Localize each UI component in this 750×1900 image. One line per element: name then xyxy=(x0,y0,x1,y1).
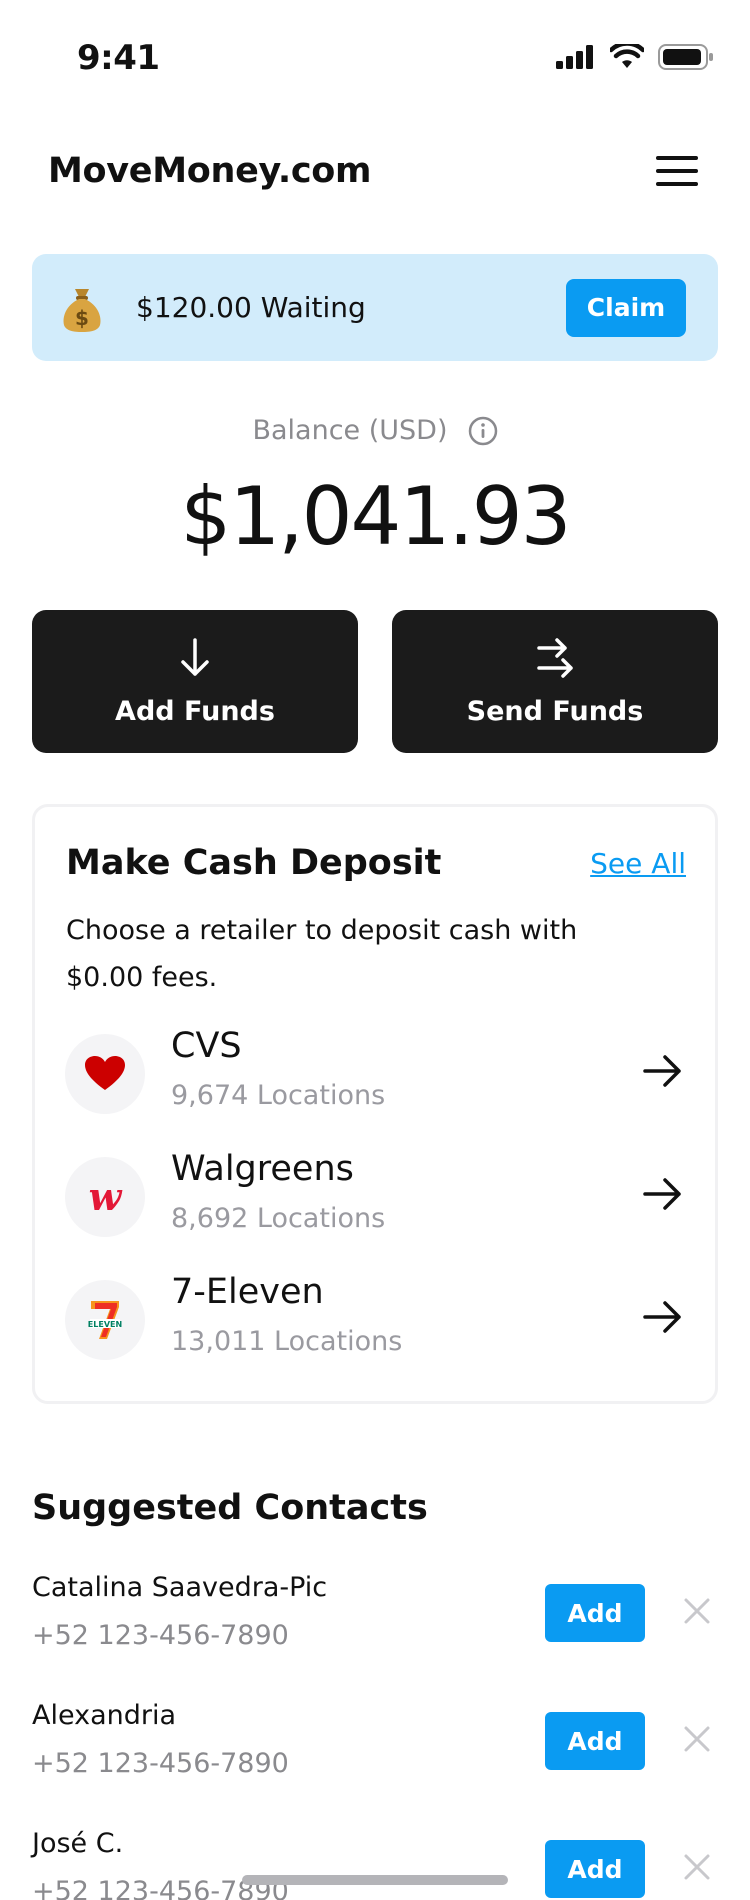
cvs-heart-logo xyxy=(65,1034,145,1114)
retailer-locations: 13,011 Locations xyxy=(171,1326,403,1357)
cash-deposit-card: Make Cash Deposit See All Choose a retai… xyxy=(32,804,718,1404)
send-funds-button[interactable]: Send Funds xyxy=(392,610,718,753)
close-icon[interactable] xyxy=(682,1724,712,1754)
seven-eleven-logo: ELEVEN xyxy=(65,1280,145,1360)
retailer-locations: 8,692 Locations xyxy=(171,1203,386,1234)
arrow-right-icon xyxy=(643,1178,681,1210)
walgreens-w-logo: w xyxy=(65,1157,145,1237)
svg-text:$: $ xyxy=(75,306,89,330)
contact-phone: +52 123-456-7890 xyxy=(32,1620,289,1651)
transfer-arrows-icon xyxy=(537,638,573,678)
retailer-row-cvs[interactable]: CVS 9,674 Locations xyxy=(63,1026,693,1122)
retailer-locations: 9,674 Locations xyxy=(171,1080,386,1111)
contact-name: José C. xyxy=(32,1828,124,1859)
add-funds-button[interactable]: Add Funds xyxy=(32,610,358,753)
add-contact-button[interactable]: Add xyxy=(545,1584,645,1642)
balance-label-row: Balance (USD) xyxy=(0,415,750,446)
svg-text:w: w xyxy=(89,1177,123,1217)
hamburger-menu-icon[interactable] xyxy=(652,151,702,191)
add-contact-button[interactable]: Add xyxy=(545,1840,645,1898)
contact-row: José C. +52 123-456-7890 Add xyxy=(32,1828,718,1900)
close-icon[interactable] xyxy=(682,1852,712,1882)
contact-name: Catalina Saavedra-Pic xyxy=(32,1572,328,1603)
retailer-name: 7-Eleven xyxy=(171,1272,324,1312)
close-icon[interactable] xyxy=(682,1596,712,1626)
arrow-right-icon xyxy=(643,1055,681,1087)
battery-icon xyxy=(658,44,713,70)
retailer-row-7-eleven[interactable]: ELEVEN 7-Eleven 13,011 Locations xyxy=(63,1272,693,1368)
add-funds-label: Add Funds xyxy=(115,696,275,727)
retailer-name: CVS xyxy=(171,1026,242,1066)
status-time: 9:41 xyxy=(77,38,160,78)
home-indicator xyxy=(242,1875,508,1885)
balance-label: Balance (USD) xyxy=(252,415,448,446)
status-icons xyxy=(556,44,714,70)
waiting-amount-text: $120.00 Waiting xyxy=(136,291,366,324)
waiting-funds-banner: $ $120.00 Waiting Claim xyxy=(32,254,718,361)
info-icon[interactable] xyxy=(468,416,498,446)
suggested-contacts-title: Suggested Contacts xyxy=(32,1488,428,1528)
send-funds-label: Send Funds xyxy=(466,696,644,727)
retailer-row-walgreens[interactable]: w Walgreens 8,692 Locations xyxy=(63,1149,693,1245)
wifi-icon xyxy=(610,44,644,68)
arrow-right-icon xyxy=(643,1301,681,1333)
card-description: Choose a retailer to deposit cash with $… xyxy=(66,915,578,993)
svg-text:ELEVEN: ELEVEN xyxy=(88,1320,122,1329)
app-header: MoveMoney.com xyxy=(48,140,702,202)
balance-amount: $1,041.93 xyxy=(180,470,571,563)
app-title: MoveMoney.com xyxy=(48,151,372,191)
arrow-down-icon xyxy=(181,638,209,676)
cellular-signal-icon xyxy=(556,45,593,69)
contact-row: Catalina Saavedra-Pic +52 123-456-7890 A… xyxy=(32,1572,718,1672)
claim-button[interactable]: Claim xyxy=(566,278,686,337)
status-bar: 9:41 xyxy=(0,0,750,120)
contact-phone: +52 123-456-7890 xyxy=(32,1748,289,1779)
see-all-link[interactable]: See All xyxy=(590,847,686,880)
retailer-name: Walgreens xyxy=(171,1149,354,1189)
money-bag-icon: $ xyxy=(63,288,101,332)
add-contact-button[interactable]: Add xyxy=(545,1712,645,1770)
card-title: Make Cash Deposit xyxy=(66,843,442,883)
contact-name: Alexandria xyxy=(32,1700,177,1731)
contact-row: Alexandria +52 123-456-7890 Add xyxy=(32,1700,718,1800)
